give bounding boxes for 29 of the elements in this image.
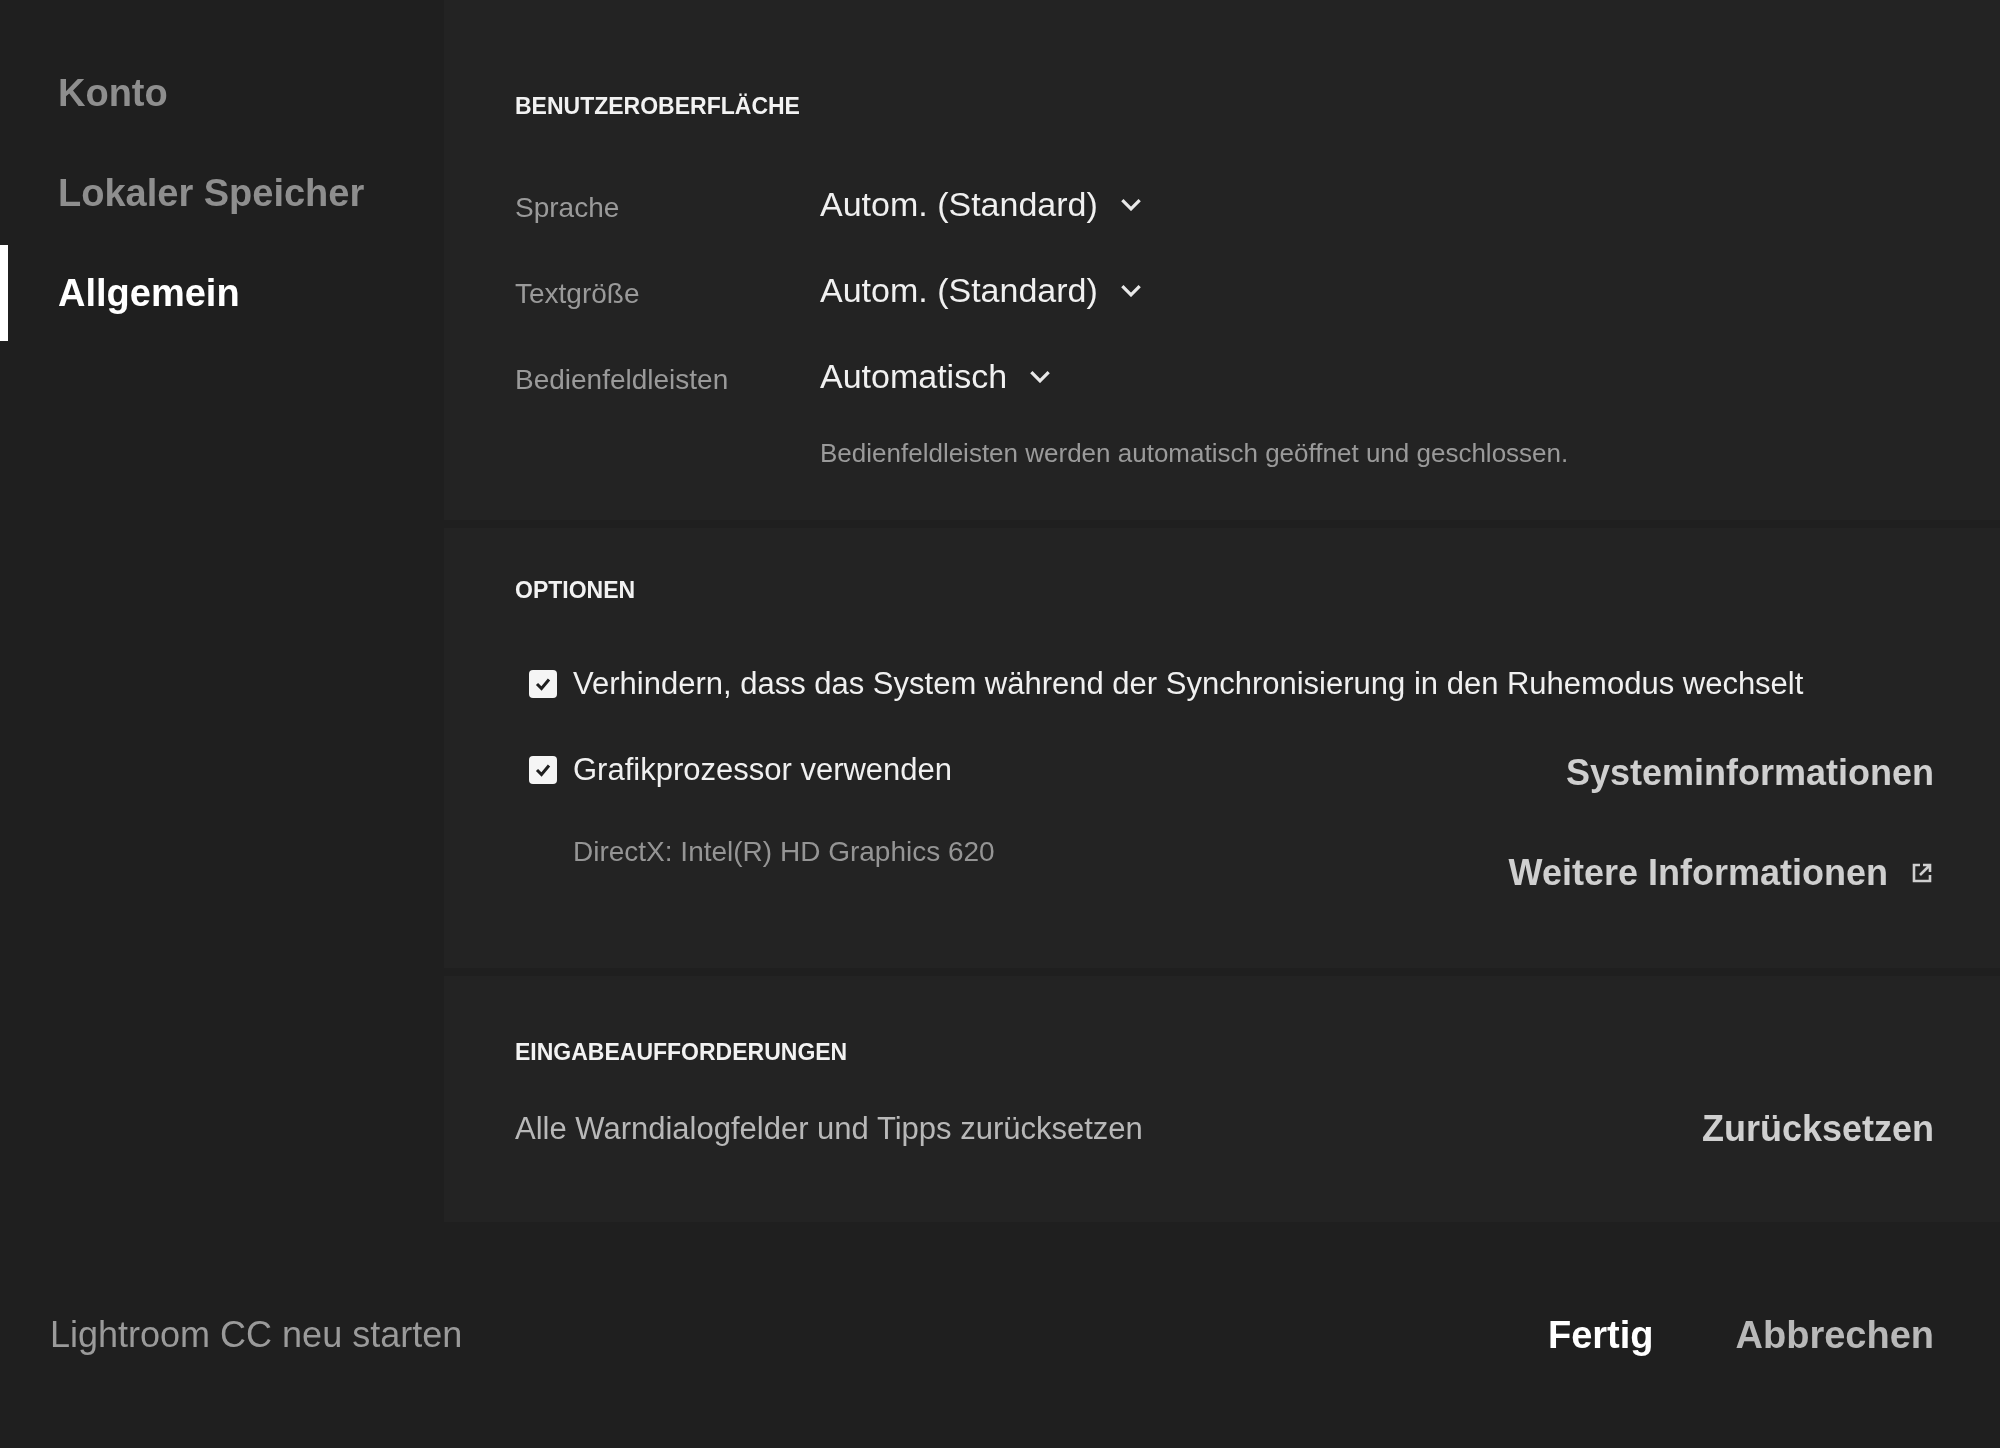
checkbox-label: Grafikprozessor verwenden: [573, 752, 953, 788]
dropdown[interactable]: Autom. (Standard): [820, 270, 1142, 310]
sidebar-item[interactable]: Allgemein: [58, 271, 240, 315]
dialog-button[interactable]: Abbrechen: [1735, 1313, 1934, 1357]
chevron-down-icon: [1119, 197, 1142, 211]
dialog-button[interactable]: Fertig: [1547, 1313, 1654, 1357]
reset-description: Alle Warndialogfelder und Tipps zurücksetzen: [515, 1111, 1143, 1147]
dropdown[interactable]: Automatisch: [820, 356, 1052, 396]
checkbox[interactable]: [529, 756, 557, 784]
system-info-link[interactable]: Systeminformationen: [1565, 752, 1934, 794]
dropdown[interactable]: Autom. (Standard): [820, 184, 1142, 224]
chevron-down-icon: [1029, 369, 1052, 383]
restart-button[interactable]: Lightroom CC neu starten: [50, 1314, 463, 1356]
reset-button[interactable]: Zurücksetzen: [1701, 1108, 1934, 1150]
setting-label: Textgröße: [515, 277, 641, 310]
checkbox[interactable]: [529, 670, 557, 698]
gpu-info-text: DirectX: Intel(R) HD Graphics 620: [573, 836, 995, 868]
chevron-down-icon: [1119, 283, 1142, 297]
section-heading: EINGABEAUFFORDERUNGEN: [515, 1038, 848, 1066]
setting-label: Sprache: [515, 191, 621, 224]
sidebar-item[interactable]: Lokaler Speicher: [58, 171, 365, 215]
section-heading: BENUTZEROBERFLÄCHE: [515, 92, 800, 120]
section-heading: OPTIONEN: [515, 576, 636, 604]
more-info-link[interactable]: Weitere Informationen: [1508, 852, 1934, 894]
external-link-icon: [1910, 861, 1934, 885]
checkbox-label: Verhindern, dass das System während der Synchronisierung in den Ruhemodus wechselt: [573, 666, 1804, 702]
sidebar-item[interactable]: Konto: [58, 71, 168, 115]
setting-label: Bedienfeldleisten: [515, 363, 730, 396]
hint-text: Bedienfeldleisten werden automatisch geöffnet und geschlossen.: [820, 438, 1569, 469]
